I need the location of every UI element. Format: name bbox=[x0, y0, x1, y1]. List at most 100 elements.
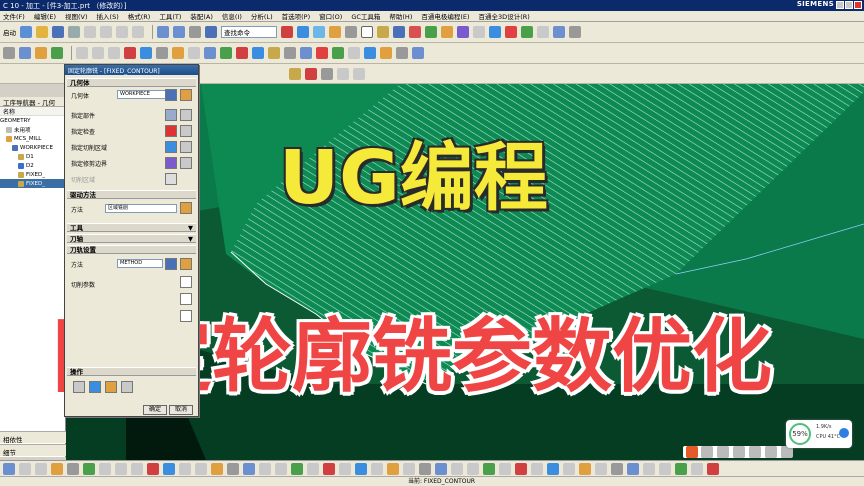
midpoint-icon[interactable] bbox=[115, 462, 127, 475]
geometry-select[interactable]: WORKPIECE bbox=[117, 90, 171, 99]
view-iso-icon[interactable] bbox=[51, 462, 63, 475]
scale-icon[interactable] bbox=[611, 462, 623, 475]
edit-drive-icon[interactable] bbox=[180, 202, 192, 214]
section-icon[interactable] bbox=[332, 47, 344, 59]
edit-geometry-icon[interactable] bbox=[165, 89, 177, 101]
menu-preferences[interactable]: 首选项(P) bbox=[282, 11, 311, 21]
sphere-icon[interactable] bbox=[435, 462, 447, 475]
delete-icon[interactable] bbox=[132, 26, 144, 38]
dependencies-panel[interactable]: 相依性 bbox=[0, 431, 66, 444]
paste-icon[interactable] bbox=[116, 26, 128, 38]
quadrant-icon[interactable] bbox=[163, 462, 175, 475]
menu-help[interactable]: 帮助(H) bbox=[389, 11, 412, 21]
new-method-icon[interactable] bbox=[180, 258, 192, 270]
show-check-icon[interactable] bbox=[180, 125, 192, 137]
new-geometry-icon[interactable] bbox=[180, 89, 192, 101]
wireframe-icon[interactable] bbox=[313, 26, 325, 38]
mirror-icon[interactable] bbox=[563, 462, 575, 475]
color-icon[interactable] bbox=[305, 67, 317, 80]
pan-icon[interactable] bbox=[396, 47, 408, 59]
create-method-icon[interactable] bbox=[441, 26, 453, 38]
list-icon[interactable] bbox=[121, 381, 133, 393]
swept-icon[interactable] bbox=[707, 462, 719, 475]
nav-row-fixed-1[interactable]: FIXED_ bbox=[0, 170, 65, 179]
new-file-icon[interactable] bbox=[20, 26, 32, 38]
cut-icon[interactable] bbox=[84, 26, 96, 38]
pocket-icon[interactable] bbox=[467, 462, 479, 475]
create-geometry-icon[interactable] bbox=[425, 26, 437, 38]
details-panel[interactable]: 细节 bbox=[0, 444, 66, 457]
pad-icon[interactable] bbox=[515, 462, 527, 475]
plus-icon[interactable] bbox=[337, 67, 349, 80]
groove-icon[interactable] bbox=[499, 462, 511, 475]
center-icon[interactable] bbox=[131, 462, 143, 475]
revolve-icon[interactable] bbox=[140, 47, 152, 59]
paint-icon[interactable] bbox=[289, 67, 301, 80]
layer-icon[interactable] bbox=[377, 26, 389, 38]
shop-doc-icon[interactable] bbox=[553, 26, 565, 38]
shell-icon[interactable] bbox=[204, 47, 216, 59]
body-icon[interactable] bbox=[211, 462, 223, 475]
orient-icon[interactable] bbox=[364, 47, 376, 59]
menu-info[interactable]: 信息(I) bbox=[222, 11, 242, 21]
select-trim-icon[interactable] bbox=[165, 157, 177, 169]
punctuation-icon[interactable] bbox=[717, 446, 729, 458]
system-monitor[interactable]: 59% 1.9K/s CPU 41°C bbox=[786, 420, 852, 448]
nav-row-d2[interactable]: D2 bbox=[0, 161, 65, 170]
nav-row-d1[interactable]: D1 bbox=[0, 152, 65, 161]
patch-icon[interactable] bbox=[643, 462, 655, 475]
ok-button[interactable]: 确定 bbox=[143, 405, 167, 415]
menu-window[interactable]: 窗口(O) bbox=[319, 11, 342, 21]
datum-icon[interactable] bbox=[291, 462, 303, 475]
feature-icon[interactable] bbox=[227, 462, 239, 475]
view-icon[interactable] bbox=[329, 26, 341, 38]
snap-icon[interactable] bbox=[345, 26, 357, 38]
tool-axis-section-header[interactable]: 刀轴 ▼ bbox=[67, 234, 196, 243]
group-icon[interactable] bbox=[19, 47, 31, 59]
skin-icon[interactable] bbox=[765, 446, 777, 458]
command-search-input[interactable]: 查找命令 bbox=[221, 26, 277, 38]
offset-icon[interactable] bbox=[595, 462, 607, 475]
snap-point-icon[interactable] bbox=[83, 462, 95, 475]
menu-file[interactable]: 文件(F) bbox=[3, 11, 25, 21]
boss-icon[interactable] bbox=[451, 462, 463, 475]
simulate-icon[interactable] bbox=[521, 26, 533, 38]
draft-icon[interactable] bbox=[579, 462, 591, 475]
thread-icon[interactable] bbox=[531, 462, 543, 475]
show-cut-area-icon[interactable] bbox=[180, 141, 192, 153]
block-icon[interactable] bbox=[387, 462, 399, 475]
cancel-button[interactable]: 取消 bbox=[169, 405, 193, 415]
edit-method-icon[interactable] bbox=[165, 258, 177, 270]
menu-analysis[interactable]: 分析(L) bbox=[251, 11, 273, 21]
nav-row-mcs[interactable]: MCS_MILL bbox=[0, 134, 65, 143]
verify-icon[interactable] bbox=[505, 26, 517, 38]
cut-params-icon[interactable] bbox=[180, 276, 192, 288]
menu-edit[interactable]: 编辑(E) bbox=[34, 11, 56, 21]
selection-icon[interactable] bbox=[67, 462, 79, 475]
intersect-icon[interactable] bbox=[252, 47, 264, 59]
cylinder-icon[interactable] bbox=[51, 47, 63, 59]
sketch-icon[interactable] bbox=[275, 462, 287, 475]
moon-icon[interactable] bbox=[701, 446, 713, 458]
open-folder-icon[interactable] bbox=[36, 26, 48, 38]
path-method-select[interactable]: METHOD bbox=[117, 259, 163, 268]
face-icon[interactable] bbox=[179, 462, 191, 475]
unite-icon[interactable] bbox=[220, 47, 232, 59]
path-settings-section-header[interactable]: 刀轨设置 bbox=[67, 245, 196, 254]
replay-path-icon[interactable] bbox=[489, 26, 501, 38]
nav-row-geometry[interactable]: GEOMETRY bbox=[0, 116, 65, 125]
save-icon[interactable] bbox=[52, 26, 64, 38]
close-button[interactable] bbox=[854, 1, 862, 9]
copy-icon[interactable] bbox=[100, 26, 112, 38]
print-icon[interactable] bbox=[68, 26, 80, 38]
accelerate-icon[interactable] bbox=[839, 428, 849, 438]
menu-assembly[interactable]: 装配(A) bbox=[190, 11, 213, 21]
cut-icon[interactable] bbox=[371, 462, 383, 475]
drive-method-select[interactable]: 区域铣削 bbox=[105, 204, 177, 213]
offset-face-icon[interactable] bbox=[284, 47, 296, 59]
postprocess-icon[interactable] bbox=[537, 26, 549, 38]
geometry-section-header[interactable]: 几何体 bbox=[67, 78, 196, 87]
generate-path-icon[interactable] bbox=[473, 26, 485, 38]
undo-icon[interactable] bbox=[157, 26, 169, 38]
redo-icon[interactable] bbox=[173, 26, 185, 38]
